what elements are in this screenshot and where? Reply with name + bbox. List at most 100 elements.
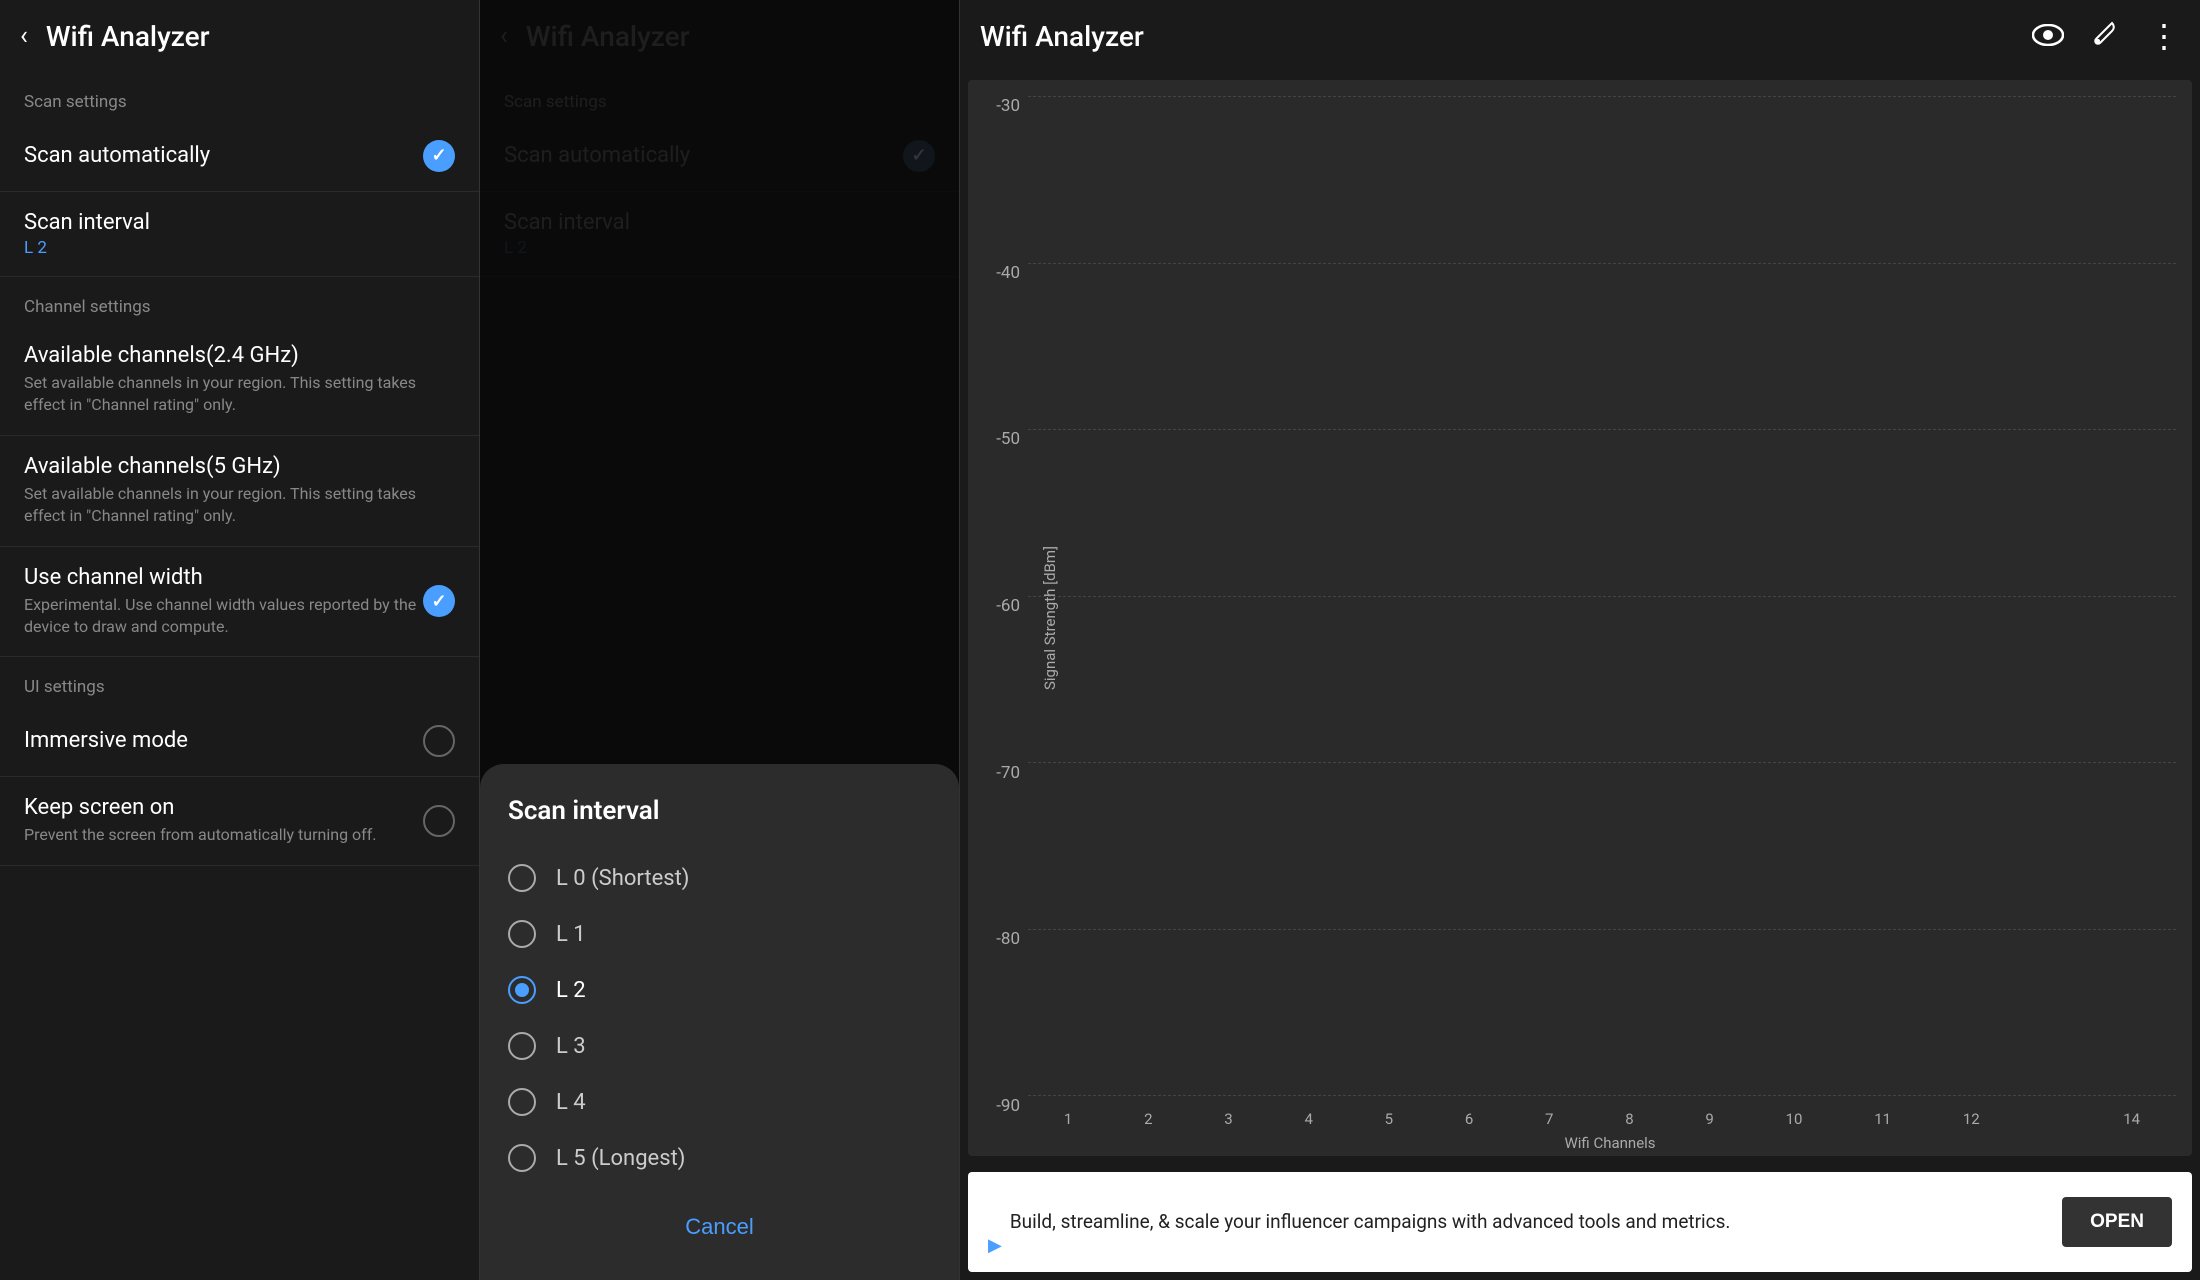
ad-text: Build, streamline, & scale your influenc… [1010,1209,2062,1236]
channel-width-desc: Experimental. Use channel width values r… [24,594,423,639]
grid-line-6 [1028,929,2176,930]
left-app-title: Wifi Analyzer [46,20,210,53]
y-label-5: -80 [996,929,1020,949]
immersive-content: Immersive mode [24,728,423,753]
ui-settings-header: UI settings [0,657,479,705]
middle-panel: ‹ Wifi Analyzer Scan settings Scan autom… [480,0,960,1280]
immersive-item[interactable]: Immersive mode [0,705,479,777]
grid-line-3 [1028,429,2176,430]
left-app-bar: ‹ Wifi Analyzer [0,0,479,72]
y-label-4: -70 [996,763,1020,783]
dialog-title: Scan interval [508,796,931,826]
channel-width-item[interactable]: Use channel width Experimental. Use chan… [0,547,479,658]
x-axis: 1 2 3 4 5 6 7 8 9 10 11 12 14 [1028,1110,2176,1128]
right-toolbar-icons: ⋮ [2032,17,2180,55]
radio-l5-outer [508,1144,536,1172]
right-app-title: Wifi Analyzer [980,20,1144,53]
checkmark-icon: ✓ [431,145,446,166]
radio-l2-label: L 2 [556,978,586,1003]
keep-screen-checkbox[interactable] [423,805,455,837]
radio-l4[interactable]: L 4 [508,1074,931,1130]
avail-5-desc: Set available channels in your region. T… [24,483,455,528]
scan-auto-title: Scan automatically [24,143,423,168]
radio-l1-outer [508,920,536,948]
scan-interval-value: L 2 [24,238,455,258]
radio-l1[interactable]: L 1 [508,906,931,962]
grid-lines [1028,96,2176,1096]
right-panel: Wifi Analyzer ⋮ -30 -40 -50 -60 -7 [960,0,2200,1280]
immersive-title: Immersive mode [24,728,423,753]
ad-banner: ▶ Build, streamline, & scale your influe… [968,1172,2192,1272]
avail-24-desc: Set available channels in your region. T… [24,372,455,417]
keep-screen-content: Keep screen on Prevent the screen from a… [24,795,423,846]
settings-list: Scan settings Scan automatically ✓ Scan … [0,72,479,866]
x-label-9: 9 [1705,1110,1713,1128]
scan-interval-item[interactable]: Scan interval L 2 [0,192,479,277]
radio-l0-outer [508,864,536,892]
scan-auto-checkbox[interactable]: ✓ [423,140,455,172]
y-label-2: -50 [996,429,1020,449]
radio-l3-label: L 3 [556,1034,586,1059]
avail-24-content: Available channels(2.4 GHz) Set availabl… [24,343,455,417]
x-label-5: 5 [1385,1110,1393,1128]
wrench-icon[interactable] [2092,19,2120,54]
immersive-checkbox[interactable] [423,725,455,757]
keep-screen-item[interactable]: Keep screen on Prevent the screen from a… [0,777,479,865]
grid-line-4 [1028,596,2176,597]
chart-area: 1 2 3 4 5 6 7 8 9 10 11 12 14 Wifi Chann… [1028,80,2192,1156]
y-label-1: -40 [996,263,1020,283]
y-label-6: -90 [996,1096,1020,1116]
keep-screen-title: Keep screen on [24,795,423,820]
channel-width-checkmark: ✓ [431,591,446,612]
radio-l3[interactable]: L 3 [508,1018,931,1074]
radio-l0[interactable]: L 0 (Shortest) [508,850,931,906]
keep-screen-desc: Prevent the screen from automatically tu… [24,824,423,846]
grid-line-5 [1028,762,2176,763]
radio-l2[interactable]: L 2 [508,962,931,1018]
cancel-button[interactable]: Cancel [661,1206,777,1248]
ad-icon: ▶ [988,1235,1002,1256]
scan-interval-dialog: Scan interval L 0 (Shortest) L 1 L 2 L 3… [480,764,959,1280]
radio-l4-outer [508,1088,536,1116]
x-label-2: 2 [1144,1110,1152,1128]
grid-line-2 [1028,263,2176,264]
x-label-8: 8 [1625,1110,1633,1128]
eye-icon[interactable] [2032,20,2064,53]
scan-auto-item[interactable]: Scan automatically ✓ [0,120,479,192]
radio-l5[interactable]: L 5 (Longest) [508,1130,931,1186]
x-axis-title: Wifi Channels [1564,1134,1655,1152]
scan-auto-content: Scan automatically [24,143,423,168]
x-label-10: 10 [1786,1110,1803,1128]
channel-width-checkbox[interactable]: ✓ [423,585,455,617]
channel-settings-header: Channel settings [0,277,479,325]
radio-l0-label: L 0 (Shortest) [556,866,689,891]
avail-24-title: Available channels(2.4 GHz) [24,343,455,368]
scan-interval-title: Scan interval [24,210,455,235]
avail-5-item[interactable]: Available channels(5 GHz) Set available … [0,436,479,547]
x-label-3: 3 [1224,1110,1232,1128]
y-label-0: -30 [996,96,1020,116]
channel-width-title: Use channel width [24,565,423,590]
radio-l1-label: L 1 [556,922,586,947]
scan-settings-header: Scan settings [0,72,479,120]
x-label-12: 12 [1963,1110,1980,1128]
avail-5-content: Available channels(5 GHz) Set available … [24,454,455,528]
back-button[interactable]: ‹ [20,21,28,51]
ad-open-button[interactable]: OPEN [2062,1197,2172,1247]
dialog-cancel-area: Cancel [508,1186,931,1252]
radio-l2-outer [508,976,536,1004]
grid-line-7 [1028,1095,2176,1096]
x-label-4: 4 [1304,1110,1312,1128]
avail-24-item[interactable]: Available channels(2.4 GHz) Set availabl… [0,325,479,436]
y-axis: -30 -40 -50 -60 -70 -80 -90 [968,80,1028,1156]
channel-width-content: Use channel width Experimental. Use chan… [24,565,423,639]
scan-interval-content: Scan interval L 2 [24,210,455,258]
left-panel: ‹ Wifi Analyzer Scan settings Scan autom… [0,0,480,1280]
x-label-14: 14 [2123,1110,2140,1128]
radio-l2-inner [515,983,529,997]
grid-line-1 [1028,96,2176,97]
right-app-bar: Wifi Analyzer ⋮ [960,0,2200,72]
more-icon[interactable]: ⋮ [2148,17,2180,55]
y-label-3: -60 [996,596,1020,616]
avail-5-title: Available channels(5 GHz) [24,454,455,479]
